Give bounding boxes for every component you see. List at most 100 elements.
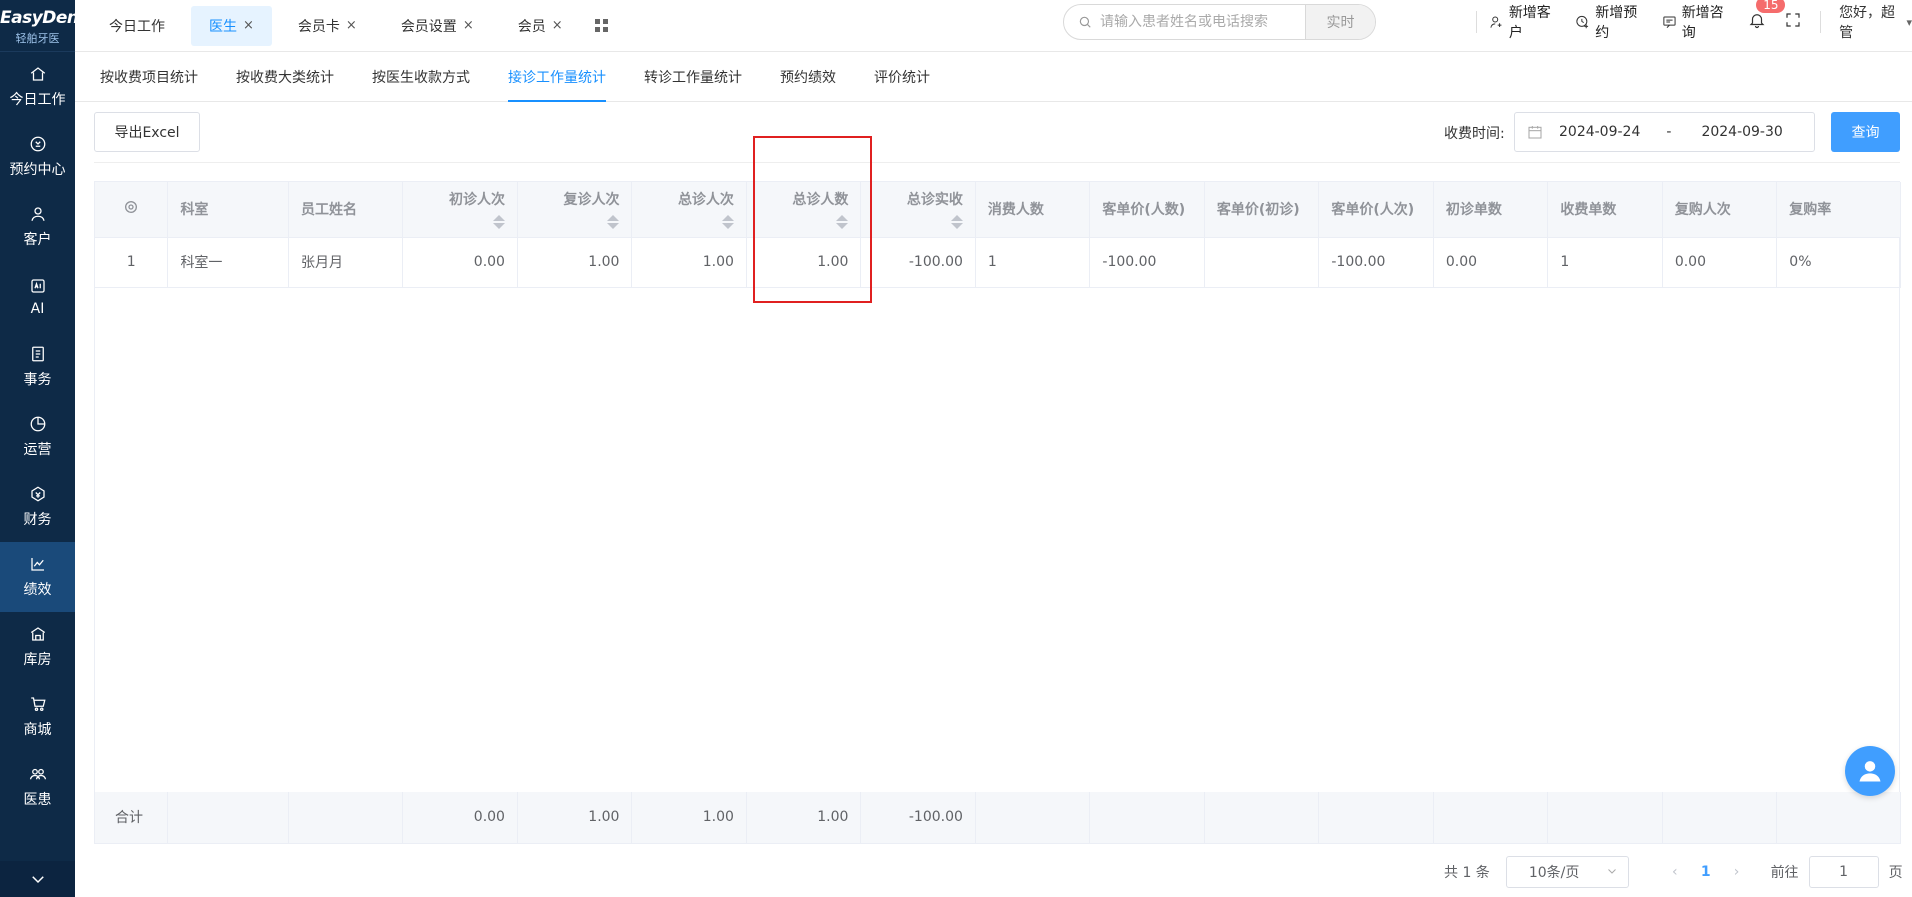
top-tab-0[interactable]: 今日工作 xyxy=(91,6,183,46)
table-cell: 0.00 xyxy=(402,237,518,288)
appointment-icon xyxy=(30,136,45,152)
sidebar-item-4[interactable]: 事务 xyxy=(0,332,75,402)
report-tab-2[interactable]: 按医生收款方式 xyxy=(372,52,470,101)
goto-page-input[interactable] xyxy=(1808,856,1879,888)
column-header[interactable]: 总诊实收 xyxy=(860,182,976,238)
column-header[interactable]: 总诊人数 xyxy=(746,182,862,238)
sidebar-item-10[interactable]: 医患 xyxy=(0,752,75,822)
sidebar-item-9[interactable]: 商城 xyxy=(0,682,75,752)
add-appointment-icon xyxy=(1576,15,1589,29)
sidebar-item-label: 运营 xyxy=(23,442,52,458)
table-cell xyxy=(1089,792,1205,844)
column-header-label: 客单价(人次) xyxy=(1331,202,1415,219)
action-button-0[interactable]: 新增客户 xyxy=(1489,2,1555,42)
sidebar-item-8[interactable]: 库房 xyxy=(0,612,75,682)
column-header-label: 收费单数 xyxy=(1560,202,1617,219)
sidebar-item-label: 预约中心 xyxy=(9,162,66,178)
sidebar-collapse-button[interactable] xyxy=(0,861,75,897)
table-cell: 1 xyxy=(975,237,1091,288)
export-excel-button[interactable]: 导出Excel xyxy=(94,112,200,152)
report-tab-3[interactable]: 接诊工作量统计 xyxy=(508,52,606,102)
close-icon[interactable]: × xyxy=(243,18,254,33)
column-header[interactable]: 初诊人次 xyxy=(402,182,518,238)
next-page-button[interactable]: › xyxy=(1725,864,1749,880)
table-cell xyxy=(1204,237,1320,288)
search-mode-button[interactable]: 实时 xyxy=(1305,5,1375,39)
page-size-value: 10条/页 xyxy=(1528,865,1580,881)
query-button[interactable]: 查询 xyxy=(1831,112,1900,152)
table-header-row: 科室 员工姓名 初诊人次 复诊人次 总诊人次 总诊人数 总诊实收消费人数 客单价(人数) 客单价… xyxy=(95,182,1901,238)
sort-icon[interactable] xyxy=(721,215,734,230)
report-tab-0[interactable]: 按收费项目统计 xyxy=(100,52,198,101)
sidebar-item-6[interactable]: 财务 xyxy=(0,472,75,542)
column-header-label: 消费人数 xyxy=(987,202,1044,219)
date-range-picker[interactable]: 2024-09-24 - 2024-09-30 xyxy=(1514,112,1815,152)
app-grid-icon[interactable] xyxy=(594,18,609,33)
report-tab-4[interactable]: 转诊工作量统计 xyxy=(644,52,742,101)
table-cell: 1.00 xyxy=(517,792,633,844)
table-cell: 1.00 xyxy=(746,237,862,288)
sort-icon[interactable] xyxy=(836,215,849,230)
sidebar-item-label: 商城 xyxy=(23,722,52,738)
column-header[interactable]: 复诊人次 xyxy=(517,182,633,238)
sidebar-item-2[interactable]: 客户 xyxy=(0,192,75,262)
report-tab-5[interactable]: 预约绩效 xyxy=(780,52,836,101)
top-tab-4[interactable]: 会员 × xyxy=(500,6,581,46)
sidebar-item-7[interactable]: 绩效 xyxy=(0,542,75,612)
sidebar-item-3[interactable]: AI xyxy=(0,262,75,332)
search-input[interactable] xyxy=(1100,14,1300,30)
report-tabs: 按收费项目统计 按收费大类统计 按医生收款方式 接诊工作量统计 转诊工作量统计 预约绩效评… xyxy=(75,52,1912,102)
close-icon[interactable]: × xyxy=(552,18,563,33)
column-header-label: 客单价(人数) xyxy=(1102,202,1186,219)
logo: EasyDent 轻舶牙医 xyxy=(0,0,87,52)
add-consult-icon xyxy=(1663,16,1676,28)
report-tab-6[interactable]: 评价统计 xyxy=(874,52,930,101)
fullscreen-button[interactable] xyxy=(1784,11,1802,33)
customer-service-button[interactable] xyxy=(1845,746,1895,796)
sort-icon[interactable] xyxy=(492,215,505,230)
table-cell: 0.00 xyxy=(1662,237,1778,288)
column-header-label: 总诊实收 xyxy=(906,192,963,209)
action-button-1[interactable]: 新增预约 xyxy=(1575,2,1641,42)
table-cell xyxy=(1547,792,1663,844)
close-icon[interactable]: × xyxy=(463,18,474,33)
table-cell xyxy=(167,792,289,844)
user-menu[interactable]: 您好，超管 ▾ xyxy=(1839,2,1912,42)
sidebar-item-0[interactable]: 今日工作 xyxy=(0,52,75,122)
column-header: 科室 xyxy=(167,182,289,238)
prev-page-button[interactable]: ‹ xyxy=(1663,864,1687,880)
action-label: 新增预约 xyxy=(1595,5,1638,41)
sort-icon[interactable] xyxy=(607,215,620,230)
page-size-select[interactable]: 10条/页 xyxy=(1505,856,1629,888)
column-header-label: 复购人次 xyxy=(1674,202,1731,219)
date-end[interactable]: 2024-09-30 xyxy=(1701,124,1782,140)
table-cell: 1 xyxy=(1547,237,1663,288)
sort-icon[interactable] xyxy=(950,215,963,230)
divider xyxy=(94,162,1900,163)
top-tab-3[interactable]: 会员设置 × xyxy=(383,6,492,46)
date-start[interactable]: 2024-09-24 xyxy=(1559,124,1640,140)
top-tab-2[interactable]: 会员卡 × xyxy=(280,6,375,46)
table-cell: -100.00 xyxy=(1318,237,1434,288)
table-cell xyxy=(1318,792,1434,844)
top-tab-1[interactable]: 医生 × xyxy=(191,5,272,46)
report-tab-1[interactable]: 按收费大类统计 xyxy=(236,52,334,101)
notifications-button[interactable]: 15 xyxy=(1748,0,1786,33)
page-number[interactable]: 1 xyxy=(1701,864,1711,880)
close-icon[interactable]: × xyxy=(346,18,357,33)
sidebar-item-label: 今日工作 xyxy=(9,92,66,108)
sidebar-item-label: 事务 xyxy=(23,372,52,388)
column-header: 收费单数 xyxy=(1547,182,1663,238)
pie-chart-icon xyxy=(30,416,45,432)
column-header: 消费人数 xyxy=(975,182,1091,238)
settings-icon[interactable] xyxy=(123,199,139,215)
column-header[interactable]: 总诊人次 xyxy=(631,182,747,238)
table-cell: 1.00 xyxy=(746,792,862,844)
sidebar-item-1[interactable]: 预约中心 xyxy=(0,122,75,192)
action-button-2[interactable]: 新增咨询 xyxy=(1662,2,1728,42)
column-header: 客单价(初诊) xyxy=(1204,182,1320,238)
tab-label: 医生 xyxy=(209,18,237,35)
sidebar-item-5[interactable]: 运营 xyxy=(0,402,75,472)
column-header: 复购人次 xyxy=(1662,182,1778,238)
column-header: 员工姓名 xyxy=(288,182,404,238)
